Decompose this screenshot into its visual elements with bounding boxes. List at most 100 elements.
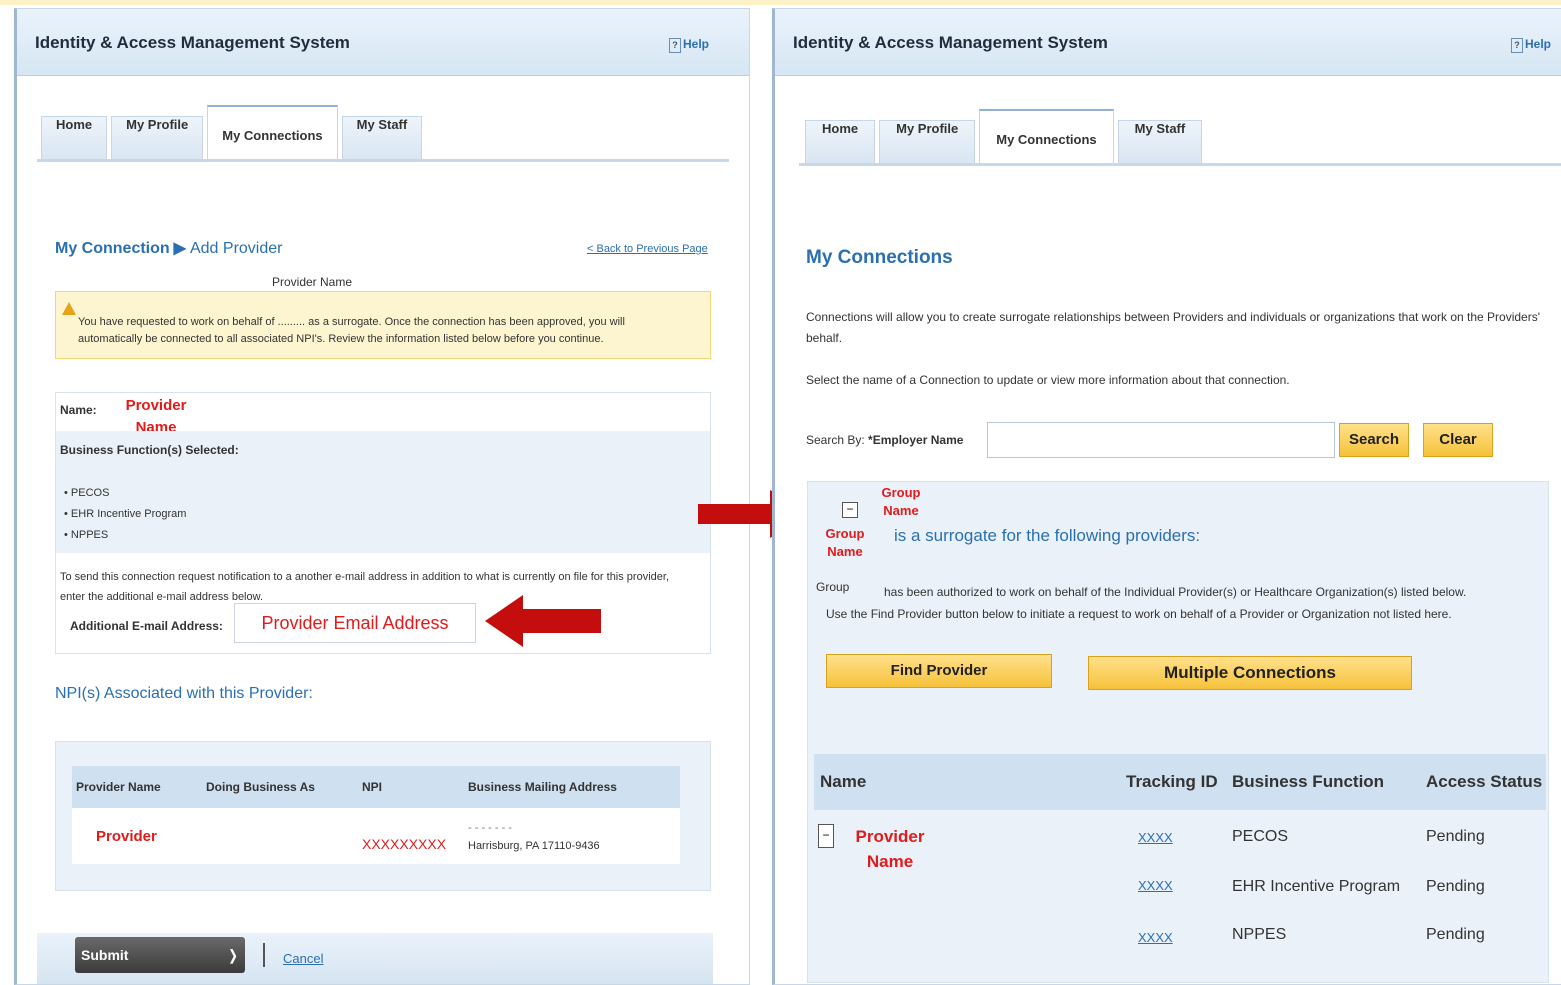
- surrogate-warning: You have requested to work on behalf of …: [55, 291, 711, 359]
- footer-bar: Submit ❭ Cancel: [37, 933, 713, 984]
- select-hint: Select the name of a Connection to updat…: [806, 373, 1290, 387]
- access-status: Pending: [1426, 878, 1485, 895]
- app-title: Identity & Access Management System: [793, 33, 1108, 52]
- chevron-right-icon: ❭: [227, 947, 239, 963]
- help-label: Help: [1525, 37, 1552, 51]
- provider-name-callout: Provider Name: [267, 273, 357, 291]
- additional-email-label: Additional E-mail Address:: [70, 619, 223, 633]
- help-icon: ?: [669, 38, 681, 53]
- intro-text: Connections will allow you to create sur…: [806, 310, 1541, 345]
- surrogate-heading: is a surrogate for the following provide…: [894, 526, 1201, 545]
- arrow-left-icon: [485, 595, 601, 647]
- find-provider-hint: Use the Find Provider button below to in…: [826, 607, 1452, 621]
- table-row: Provider XXXXXXXXX - - - - - - - Harrisb…: [72, 808, 680, 864]
- npi-table-container: Provider Name Doing Business As NPI Busi…: [55, 741, 711, 891]
- col-tracking-id: Tracking ID: [1126, 772, 1218, 791]
- tab-bar: Home My Profile My Connections My Staff: [41, 105, 426, 161]
- breadcrumb-root[interactable]: My Connection: [55, 240, 170, 257]
- warning-icon: [62, 302, 76, 315]
- access-status: Pending: [1426, 828, 1485, 845]
- app-title: Identity & Access Management System: [35, 33, 350, 52]
- col-name: Name: [820, 772, 867, 791]
- search-by-label: Search By: *Employer Name: [806, 433, 964, 447]
- add-provider-panel: Identity & Access Management System ? Hel…: [14, 8, 750, 985]
- tab-my-connections[interactable]: My Connections: [207, 105, 338, 161]
- row-address-line1: - - - - - - -: [468, 822, 512, 834]
- breadcrumb-separator: ▶: [173, 240, 186, 257]
- col-mailing-address: Business Mailing Address: [468, 780, 617, 794]
- tracking-id-link[interactable]: XXXX: [1138, 878, 1173, 893]
- warning-text-1: You have requested to work on behalf of: [78, 316, 275, 328]
- help-link[interactable]: ? Help: [669, 37, 709, 53]
- business-functions-label: Business Function(s) Selected:: [60, 443, 239, 457]
- find-provider-button[interactable]: Find Provider: [826, 654, 1052, 688]
- col-access-status: Access Status: [1426, 772, 1543, 791]
- business-function: NPPES: [1232, 926, 1287, 943]
- group-name-left: Group Name: [825, 526, 865, 559]
- tab-my-connections[interactable]: My Connections: [979, 109, 1114, 165]
- top-border: [0, 0, 1561, 5]
- tracking-id-link[interactable]: XXXX: [1138, 830, 1173, 845]
- col-doing-business-as: Doing Business As: [206, 780, 315, 794]
- row-provider: Provider: [96, 828, 157, 845]
- col-business-function: Business Function: [1232, 772, 1385, 791]
- submit-label: Submit: [81, 947, 129, 963]
- tab-home[interactable]: Home: [41, 116, 108, 161]
- npi-heading: NPI(s) Associated with this Provider:: [55, 685, 313, 702]
- row-npi: XXXXXXXXX: [362, 836, 447, 852]
- tab-my-profile[interactable]: My Profile: [879, 120, 976, 165]
- business-function-item: • NPPES: [64, 529, 109, 541]
- cancel-link[interactable]: Cancel: [283, 951, 323, 966]
- group-word: Group: [816, 580, 850, 594]
- provider-details: Name: Provider Name Business Function(s)…: [55, 392, 711, 654]
- business-function: EHR Incentive Program: [1232, 878, 1401, 895]
- multiple-connections-button[interactable]: Multiple Connections: [1088, 656, 1412, 690]
- employer-name-input[interactable]: [987, 422, 1335, 458]
- help-link[interactable]: ? Help: [1511, 37, 1551, 53]
- breadcrumb-current: Add Provider: [189, 240, 283, 257]
- divider: [263, 943, 265, 967]
- help-label: Help: [683, 37, 710, 51]
- clear-button[interactable]: Clear: [1423, 423, 1493, 457]
- connections-table-body: − Provider Name XXXX PECOS Pending XXXX …: [814, 810, 1546, 980]
- tab-my-staff[interactable]: My Staff: [341, 116, 423, 161]
- warning-blank: .........: [277, 316, 306, 328]
- col-npi: NPI: [362, 780, 383, 794]
- tab-underline: [37, 159, 729, 162]
- tracking-id-link[interactable]: XXXX: [1138, 930, 1173, 945]
- business-function-item: • EHR Incentive Program: [64, 508, 187, 520]
- app-header: Identity & Access Management System ? Hel…: [775, 9, 1561, 76]
- submit-button[interactable]: Submit ❭: [75, 937, 245, 973]
- tab-underline: [799, 163, 1561, 166]
- collapse-icon[interactable]: −: [842, 502, 858, 518]
- connection-group: − Group Name Group Name is a surrogate f…: [807, 481, 1549, 983]
- employer-name-label: *Employer Name: [868, 433, 964, 447]
- row-collapse-icon[interactable]: −: [818, 824, 834, 848]
- app-header: Identity & Access Management System ? Hel…: [17, 9, 749, 76]
- tab-my-staff[interactable]: My Staff: [1117, 120, 1203, 165]
- business-functions-section: Business Function(s) Selected: • PECOS •…: [56, 431, 710, 553]
- breadcrumb: My Connection ▶ Add Provider: [55, 238, 282, 258]
- group-name-top: Group Name: [881, 485, 921, 518]
- additional-email-field[interactable]: Provider Email Address: [234, 603, 476, 643]
- name-label: Name:: [60, 403, 97, 417]
- warning-text-2: as a surrogate. Once the connection has …: [308, 316, 625, 328]
- my-connections-panel: Identity & Access Management System ? Hel…: [772, 8, 1561, 985]
- connections-table-header: Name Tracking ID Business Function Acces…: [814, 754, 1546, 810]
- page-title: My Connections: [806, 247, 953, 268]
- tab-home[interactable]: Home: [805, 120, 876, 165]
- provider-name[interactable]: Provider Name: [850, 824, 930, 874]
- npi-table-header: Provider Name Doing Business As NPI Busi…: [72, 766, 680, 808]
- authorized-text: has been authorized to work on behalf of…: [884, 585, 1467, 599]
- business-functions-list: • PECOS • EHR Incentive Program • NPPES: [64, 483, 186, 546]
- row-address-line2: Harrisburg, PA 17110-9436: [468, 840, 600, 852]
- business-function: PECOS: [1232, 828, 1289, 845]
- col-provider-name: Provider Name: [76, 780, 161, 794]
- tab-bar: Home My Profile My Connections My Staff: [805, 109, 1206, 165]
- search-button[interactable]: Search: [1339, 423, 1409, 457]
- tab-my-profile[interactable]: My Profile: [111, 116, 204, 161]
- business-function-item: • PECOS: [64, 487, 110, 499]
- access-status: Pending: [1426, 926, 1485, 943]
- help-icon: ?: [1511, 38, 1523, 53]
- back-to-previous-link[interactable]: < Back to Previous Page: [587, 243, 708, 255]
